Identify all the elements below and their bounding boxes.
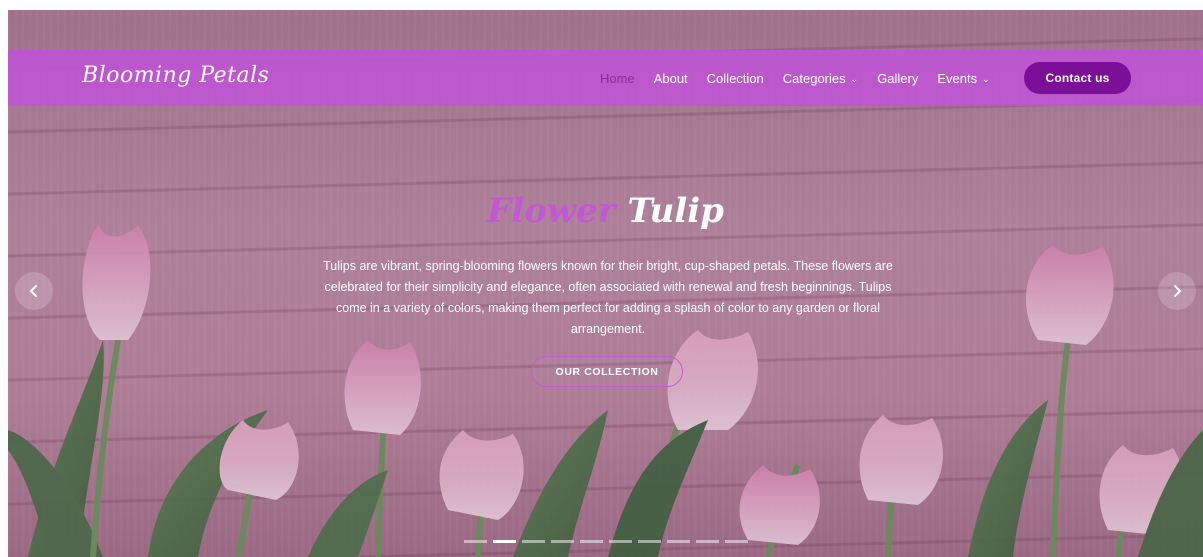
hero-title-accent: Flower	[487, 191, 616, 231]
carousel-prev-button[interactable]	[15, 272, 53, 310]
page: Blooming Petals Home About Collection Ca…	[0, 0, 1203, 557]
nav-item-categories[interactable]: Categories ⌄	[783, 71, 858, 86]
carousel-indicator[interactable]	[609, 540, 632, 543]
nav-item-collection[interactable]: Collection	[707, 71, 764, 86]
navbar: Blooming Petals Home About Collection Ca…	[8, 50, 1203, 106]
nav-item-home[interactable]: Home	[600, 71, 635, 86]
hero-title-main: Tulip	[627, 191, 724, 231]
chevron-down-icon: ⌄	[982, 73, 990, 84]
nav-item-gallery[interactable]: Gallery	[877, 71, 918, 86]
nav-menu: Home About Collection Categories ⌄ Galler…	[600, 50, 1009, 106]
carousel-indicator[interactable]	[667, 540, 690, 543]
carousel-indicator[interactable]	[464, 540, 487, 543]
chevron-right-icon	[1174, 285, 1182, 297]
carousel-next-button[interactable]	[1158, 272, 1196, 310]
chevron-left-icon	[29, 285, 37, 297]
nav-item-events-label: Events	[937, 70, 978, 86]
hero-title: Flower Tulip	[8, 190, 1203, 232]
carousel-indicator[interactable]	[696, 540, 719, 543]
hero-caption: Flower Tulip	[8, 190, 1203, 232]
nav-item-events[interactable]: Events ⌄	[937, 71, 989, 86]
chevron-down-icon: ⌄	[850, 73, 859, 84]
hero-carousel: Blooming Petals Home About Collection Ca…	[8, 10, 1203, 557]
carousel-indicator[interactable]	[551, 540, 574, 543]
contact-us-button[interactable]: Contact us	[1024, 62, 1131, 94]
carousel-indicator[interactable]	[725, 540, 748, 543]
nav-item-categories-label: Categories	[782, 70, 846, 86]
brand-logo[interactable]: Blooming Petals	[82, 63, 269, 88]
carousel-indicator[interactable]	[638, 540, 661, 543]
nav-item-about[interactable]: About	[654, 71, 688, 86]
carousel-indicator[interactable]	[493, 540, 516, 543]
carousel-indicator[interactable]	[522, 540, 545, 543]
hero-description: Tulips are vibrant, spring-blooming flow…	[323, 259, 893, 336]
carousel-indicators	[464, 540, 754, 543]
our-collection-button[interactable]: OUR COLLECTION	[531, 356, 683, 387]
carousel-indicator[interactable]	[580, 540, 603, 543]
